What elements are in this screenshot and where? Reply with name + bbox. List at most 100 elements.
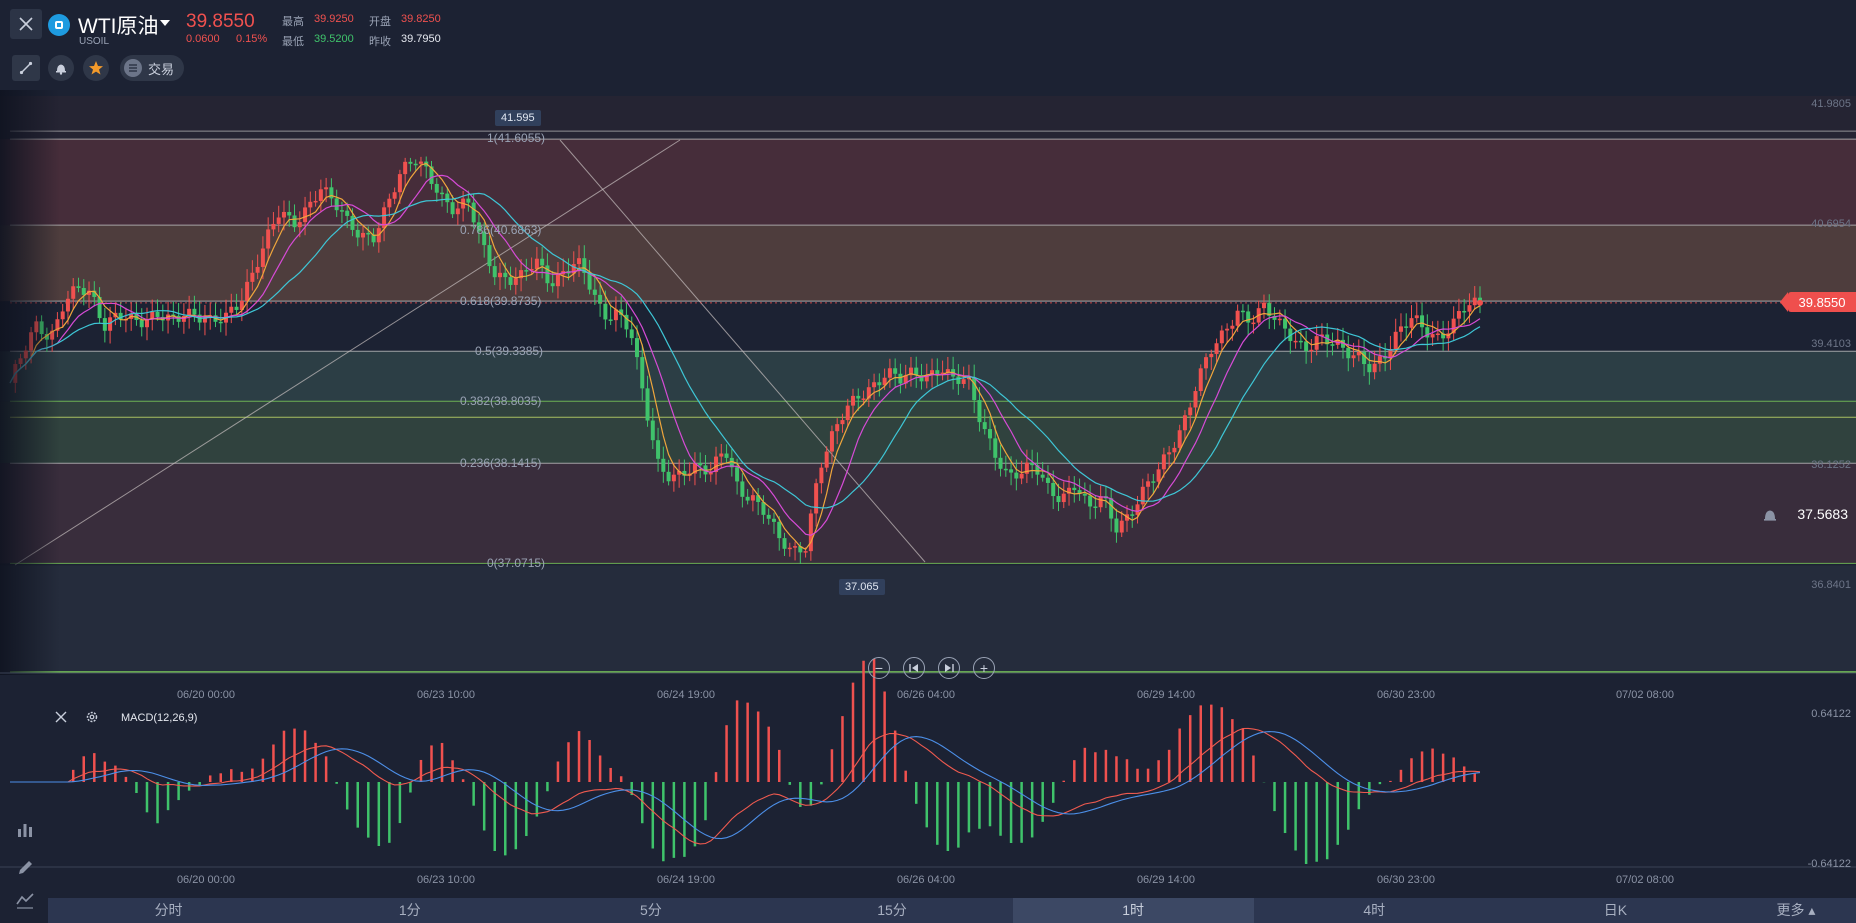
macd-time-label: 06/26 04:00 xyxy=(896,874,956,886)
candle-body xyxy=(1167,452,1172,455)
candle-body xyxy=(192,308,197,315)
candle-body xyxy=(1082,493,1087,496)
alert-button[interactable] xyxy=(48,55,74,81)
candle-body xyxy=(724,453,729,458)
symbol-code: USOIL xyxy=(79,36,110,47)
bell-icon[interactable] xyxy=(1761,506,1779,524)
candle-body xyxy=(555,274,560,287)
candle-body xyxy=(155,311,160,317)
last-price: 39.8550 xyxy=(186,11,255,32)
chevron-down-icon[interactable] xyxy=(160,20,170,26)
price-axis-tick: 38.1252 xyxy=(1811,459,1851,471)
candle-body xyxy=(108,317,113,331)
zoom-out-button[interactable]: − xyxy=(868,657,890,679)
chart-type-button[interactable] xyxy=(12,887,38,913)
candle-body xyxy=(440,192,445,195)
candle-body xyxy=(1045,477,1050,483)
candle-body xyxy=(1414,315,1419,319)
candle-body xyxy=(1130,514,1135,516)
candle-body xyxy=(1093,506,1098,508)
candle-body xyxy=(1098,496,1103,508)
candle-body xyxy=(455,208,460,215)
candle-body xyxy=(1172,447,1177,453)
symbol-icon xyxy=(48,14,70,36)
open-value: 39.8250 xyxy=(401,13,441,25)
candle-body xyxy=(793,546,798,548)
candle-body xyxy=(956,376,961,384)
timeframe-tab[interactable]: 5分 xyxy=(530,898,771,923)
timeframe-tab-active[interactable]: 1时 xyxy=(1012,898,1254,923)
candle-body xyxy=(719,453,724,457)
candle-body xyxy=(1261,302,1266,309)
gear-icon[interactable] xyxy=(85,710,99,724)
candle-body xyxy=(1040,474,1045,478)
left-fade xyxy=(0,90,60,675)
candle-body xyxy=(1014,472,1019,479)
candle-body xyxy=(1230,325,1235,329)
scroll-end-button[interactable] xyxy=(938,657,960,679)
zoom-in-button[interactable]: + xyxy=(973,657,995,679)
candle-body xyxy=(276,217,281,224)
candle-body xyxy=(1198,368,1203,392)
candle-body xyxy=(735,467,740,482)
candle-body xyxy=(1188,407,1193,416)
fib-label: 0.618(39.8735) xyxy=(460,294,542,308)
candle-body xyxy=(60,311,65,320)
chart-app: WTI原油 USOIL 39.8550 0.0600 0.15% 最高 39.9… xyxy=(0,0,1856,923)
candle-body xyxy=(540,258,545,266)
candle-body xyxy=(993,438,998,458)
close-icon[interactable] xyxy=(54,710,68,724)
fib-label: 0.382(38.8035) xyxy=(460,394,542,408)
candle-body xyxy=(851,395,856,406)
candle-body xyxy=(1351,355,1356,359)
indicator-button[interactable] xyxy=(12,817,38,843)
candle-body xyxy=(397,174,402,193)
draw-button[interactable] xyxy=(12,855,38,881)
candle-body xyxy=(629,329,634,339)
candle-body xyxy=(698,463,703,466)
favorite-button[interactable] xyxy=(83,55,109,81)
alert-price[interactable]: 37.5683 xyxy=(1797,506,1848,522)
candle-body xyxy=(65,298,70,312)
timeframe-tab[interactable]: 4时 xyxy=(1254,898,1495,923)
candle-body xyxy=(661,458,666,472)
macd-time-label: 06/30 23:00 xyxy=(1376,874,1436,886)
scroll-start-button[interactable] xyxy=(903,657,925,679)
line-draw-icon xyxy=(19,61,33,75)
candle-body xyxy=(202,318,207,323)
price-chart[interactable] xyxy=(0,0,1856,923)
candle-body xyxy=(1304,341,1309,352)
candle-body xyxy=(313,200,318,203)
time-axis-label: 06/26 04:00 xyxy=(896,689,956,701)
candle-body xyxy=(1114,518,1119,533)
candle-body xyxy=(1151,481,1156,483)
close-button[interactable] xyxy=(10,9,42,39)
timeframe-tab[interactable]: 1分 xyxy=(289,898,530,923)
price-axis-tick: 36.8401 xyxy=(1811,579,1851,591)
timeframe-tab[interactable]: 日K xyxy=(1495,898,1736,923)
candle-body xyxy=(229,306,234,313)
candle-body xyxy=(1061,493,1066,503)
candle-body xyxy=(1204,357,1209,369)
macd-time-label: 06/23 10:00 xyxy=(416,874,476,886)
trade-label: 交易 xyxy=(148,61,175,77)
candle-body xyxy=(281,211,286,218)
candle-body xyxy=(1367,364,1372,373)
trade-button[interactable]: 交易 xyxy=(120,55,184,81)
candle-body xyxy=(608,319,613,321)
prev-close-value: 39.7950 xyxy=(401,33,441,45)
timeframe-tab[interactable]: 分时 xyxy=(48,898,289,923)
fib-band xyxy=(0,96,1856,140)
time-axis-label: 06/30 23:00 xyxy=(1376,689,1436,701)
timeframe-tab[interactable]: 15分 xyxy=(771,898,1012,923)
candle-body xyxy=(988,429,992,439)
drawing-tool-button[interactable] xyxy=(12,55,40,81)
pencil-icon xyxy=(19,861,32,874)
fib-label: 1(41.6055) xyxy=(487,131,546,145)
candle-body xyxy=(1409,318,1414,328)
candle-body xyxy=(1435,333,1440,336)
candle-body xyxy=(471,202,476,223)
candle-body xyxy=(487,245,492,267)
more-timeframes-button[interactable]: 更多 ▴ xyxy=(1736,898,1856,923)
candle-body xyxy=(766,514,771,519)
